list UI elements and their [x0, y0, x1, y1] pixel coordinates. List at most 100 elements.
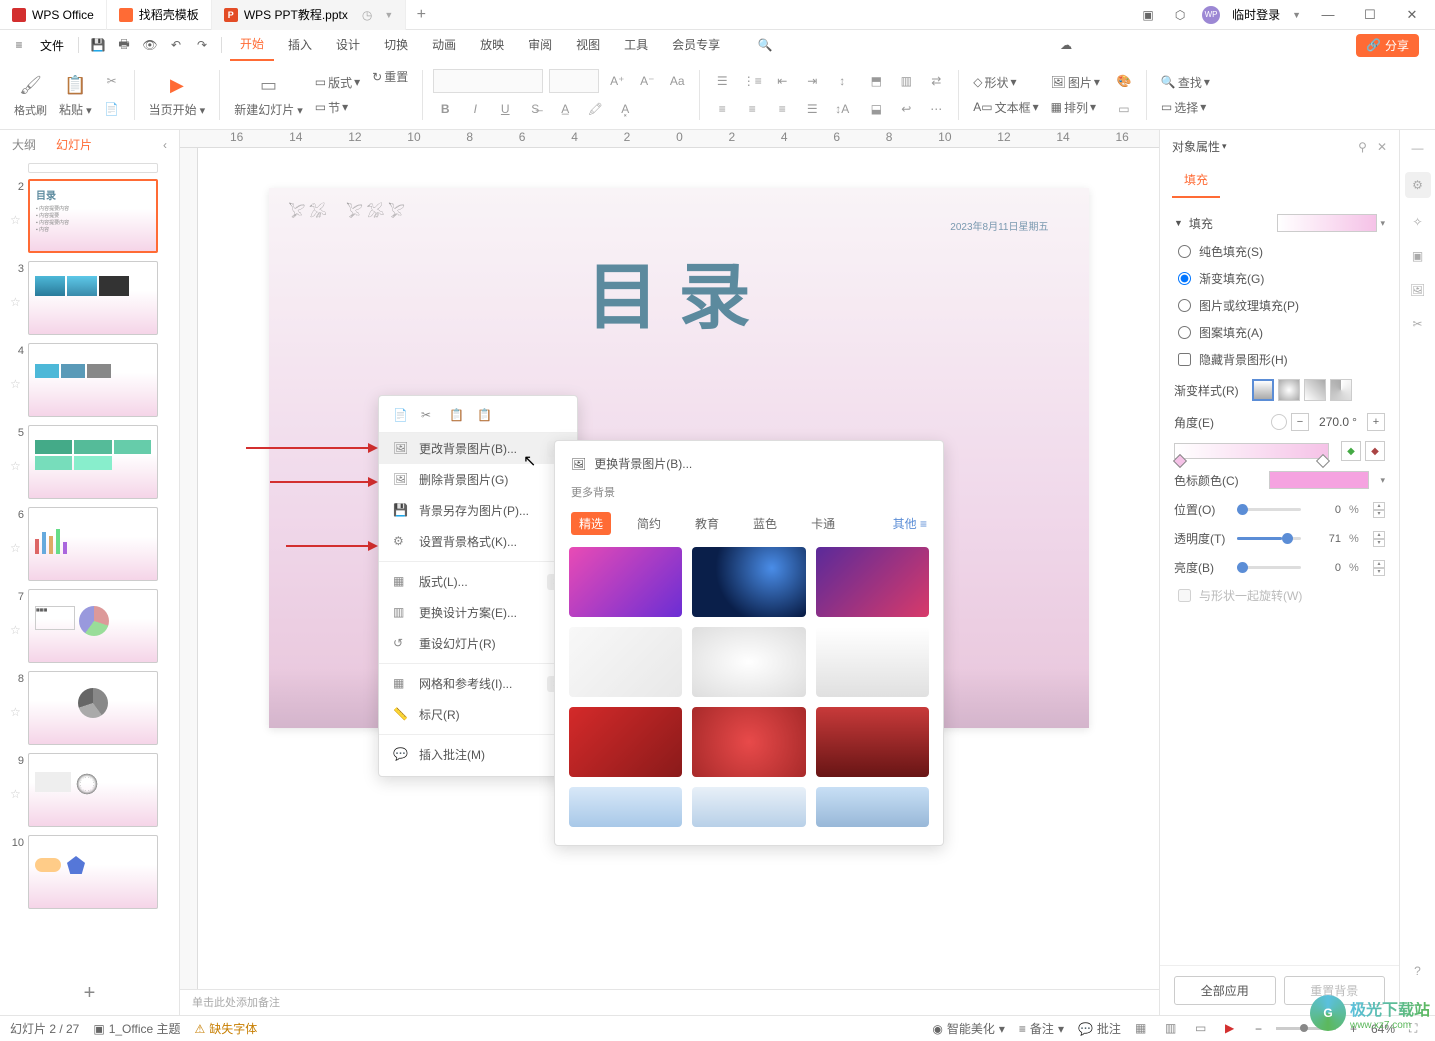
beautify-button[interactable]: ◉ 智能美化 ▾	[932, 1020, 1005, 1037]
wrap-icon[interactable]: ↩	[894, 97, 918, 121]
cut-icon[interactable]: ✂	[421, 408, 439, 426]
bg-tab-cartoon[interactable]: 卡通	[803, 512, 843, 535]
login-dropdown-icon[interactable]: ▼	[1292, 10, 1301, 20]
decrease-font-icon[interactable]: A⁻	[635, 69, 659, 93]
slide-thumb-9[interactable]	[28, 753, 158, 827]
slide-thumb-10[interactable]	[28, 835, 158, 909]
bg-option-10[interactable]	[569, 787, 682, 827]
angle-dial[interactable]	[1271, 414, 1287, 430]
grad-style-radial[interactable]	[1278, 379, 1300, 401]
menu-start[interactable]: 开始	[230, 29, 274, 61]
bg-tab-education[interactable]: 教育	[687, 512, 727, 535]
star-icon[interactable]: ☆	[10, 295, 24, 309]
italic-icon[interactable]: I	[463, 97, 487, 121]
fill-preview-swatch[interactable]	[1277, 214, 1377, 232]
menu-vip[interactable]: 会员专享	[662, 30, 730, 60]
hide-bg-checkbox[interactable]	[1178, 353, 1191, 366]
cm-ruler[interactable]: 📏标尺(R)	[379, 699, 577, 730]
reset-button[interactable]: ↻ 重置	[368, 66, 412, 87]
paste-special-icon[interactable]: 📋	[477, 408, 495, 426]
valign-top-icon[interactable]: ⬒	[864, 69, 888, 93]
menu-transition[interactable]: 切换	[374, 30, 418, 60]
indent-left-icon[interactable]: ⇤	[770, 69, 794, 93]
paste-button[interactable]: 📋粘贴 ▾	[55, 71, 96, 118]
fill-color-icon[interactable]: 🎨	[1112, 69, 1136, 93]
star-icon[interactable]: ☆	[10, 541, 24, 555]
solid-fill-radio[interactable]	[1178, 245, 1191, 258]
menu-view[interactable]: 视图	[566, 30, 610, 60]
valign-mid-icon[interactable]: ⬓	[864, 97, 888, 121]
position-slider[interactable]	[1237, 508, 1301, 511]
strike-icon[interactable]: S̶	[523, 97, 547, 121]
bullets-icon[interactable]: ☰	[710, 69, 734, 93]
cm-delete-bg[interactable]: 🖼删除背景图片(G)	[379, 464, 577, 495]
bg-option-4[interactable]	[569, 627, 682, 697]
slide-thumb-7[interactable]: ▦▦▦	[28, 589, 158, 663]
transparency-slider[interactable]	[1237, 537, 1301, 540]
convert-icon[interactable]: ⇄	[924, 69, 948, 93]
slide-thumb-2[interactable]: 目录▪ 内容提要内容▪ 内容提要▪ 内容提要内容▪ 内容	[28, 179, 158, 253]
cm-bg-format[interactable]: ⚙设置背景格式(K)...	[379, 526, 577, 557]
close-button[interactable]: ✕	[1397, 7, 1427, 23]
bg-option-7[interactable]	[569, 707, 682, 777]
indent-right-icon[interactable]: ⇥	[800, 69, 824, 93]
paste-icon[interactable]: 📋	[449, 408, 467, 426]
underline-icon[interactable]: U	[493, 97, 517, 121]
close-panel-icon[interactable]: ✕	[1377, 140, 1387, 154]
notes-placeholder[interactable]: 单击此处添加备注	[180, 989, 1159, 1015]
zoom-out-button[interactable]: −	[1255, 1022, 1262, 1036]
gradient-bar[interactable]	[1174, 443, 1329, 459]
copy-icon[interactable]: 📄	[393, 408, 411, 426]
outline-tab[interactable]: 大纲	[12, 136, 36, 153]
view-reading-icon[interactable]: ▭	[1195, 1021, 1211, 1037]
select-button[interactable]: ▭ 选择 ▾	[1157, 97, 1214, 118]
cloud-icon[interactable]: ☁	[1055, 34, 1077, 56]
shape-button[interactable]: ◇ 形状 ▾	[969, 72, 1042, 93]
grad-style-linear[interactable]	[1252, 379, 1274, 401]
save-icon[interactable]: 💾	[87, 34, 109, 56]
redo-icon[interactable]: ↷	[191, 34, 213, 56]
search-icon[interactable]: 🔍	[754, 34, 776, 56]
text-direction-icon[interactable]: ↕A	[830, 97, 854, 121]
slide-thumb-4[interactable]	[28, 343, 158, 417]
spin-up[interactable]: ▴	[1373, 502, 1385, 510]
gradient-fill-radio[interactable]	[1178, 272, 1191, 285]
spin-up[interactable]: ▴	[1373, 560, 1385, 568]
tab-dropdown-icon[interactable]: ▼	[384, 10, 393, 20]
rail-minimize-icon[interactable]: —	[1408, 138, 1428, 158]
bg-replace-link[interactable]: 更换背景图片(B)...	[594, 455, 692, 472]
grad-style-rect[interactable]	[1304, 379, 1326, 401]
star-icon[interactable]: ☆	[10, 377, 24, 391]
rail-tools-icon[interactable]: ✂	[1408, 314, 1428, 334]
spin-down[interactable]: ▾	[1373, 568, 1385, 576]
apply-all-button[interactable]: 全部应用	[1174, 976, 1276, 1005]
highlight-icon[interactable]: 🖍	[583, 97, 607, 121]
picture-button[interactable]: 🖼 图片 ▾	[1047, 72, 1104, 93]
bg-option-5[interactable]	[692, 627, 805, 697]
bg-tab-featured[interactable]: 精选	[571, 512, 611, 535]
align-right-icon[interactable]: ≡	[770, 97, 794, 121]
user-avatar[interactable]: WP	[1202, 6, 1220, 24]
spin-down[interactable]: ▾	[1373, 539, 1385, 547]
rail-star-icon[interactable]: ✧	[1408, 212, 1428, 232]
pattern-fill-radio[interactable]	[1178, 326, 1191, 339]
missing-font-warning[interactable]: ⚠ 缺失字体	[195, 1020, 258, 1037]
menu-slideshow[interactable]: 放映	[470, 30, 514, 60]
star-icon[interactable]: ☆	[10, 705, 24, 719]
app-tab-document[interactable]: PWPS PPT教程.pptx◷▼	[212, 0, 406, 30]
hamburger-icon[interactable]: ≡	[8, 34, 30, 56]
slides-tab[interactable]: 幻灯片	[56, 136, 92, 153]
preview-icon[interactable]: 👁	[139, 34, 161, 56]
cm-insert-comment[interactable]: 💬插入批注(M)	[379, 739, 577, 770]
copy-icon[interactable]: 📄	[100, 97, 124, 121]
bg-option-2[interactable]	[692, 547, 805, 617]
rail-settings-icon[interactable]: ⚙	[1405, 172, 1431, 198]
angle-increase-button[interactable]: +	[1367, 413, 1385, 431]
bg-option-6[interactable]	[816, 627, 929, 697]
find-button[interactable]: 🔍 查找 ▾	[1157, 72, 1214, 93]
bold-icon[interactable]: B	[433, 97, 457, 121]
bg-option-11[interactable]	[692, 787, 805, 827]
new-tab-button[interactable]: +	[406, 6, 436, 24]
undo-icon[interactable]: ↶	[165, 34, 187, 56]
cm-reset-slide[interactable]: ↺重设幻灯片(R)	[379, 628, 577, 659]
